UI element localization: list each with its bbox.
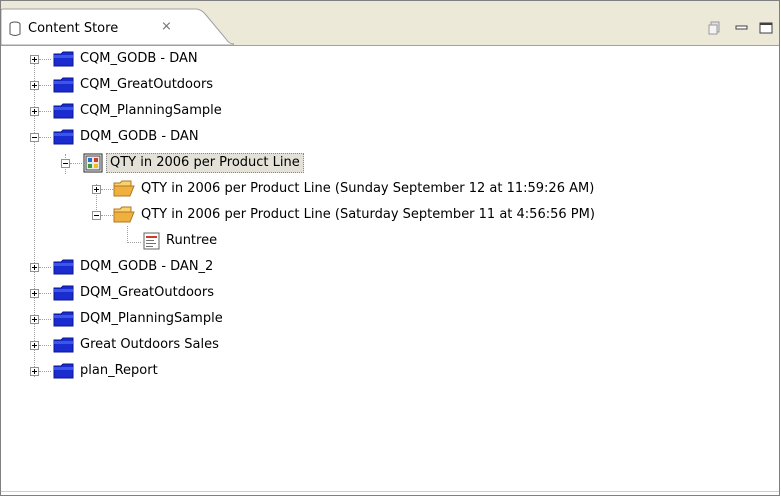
- maximize-icon[interactable]: [759, 22, 773, 34]
- open-folder-icon: [113, 206, 135, 223]
- view-tab-bar: Content Store ⨯: [1, 1, 779, 46]
- tree-item-label: QTY in 2006 per Product Line (Saturday S…: [141, 207, 595, 222]
- tree-item-cqm-greatoutdoors[interactable]: CQM_GreatOutdoors: [1, 74, 779, 96]
- expand-icon[interactable]: [30, 289, 39, 298]
- expand-icon[interactable]: [30, 367, 39, 376]
- collapse-icon[interactable]: [92, 211, 101, 220]
- expand-icon[interactable]: [30, 55, 39, 64]
- tree-line: [39, 345, 51, 346]
- tree-item-dqm-greatoutdoors[interactable]: DQM_GreatOutdoors: [1, 282, 779, 304]
- cylinder-icon: [9, 21, 21, 36]
- tree-item-dqm-planningsample[interactable]: DQM_PlanningSample: [1, 308, 779, 330]
- tree-line: [39, 59, 51, 60]
- tree-line: [39, 85, 51, 86]
- tree-item-dqm-godb-dan[interactable]: DQM_GODB - DAN: [1, 126, 779, 148]
- restore-icon[interactable]: [706, 19, 724, 37]
- open-folder-icon: [113, 180, 135, 197]
- tree-item-run-sunday[interactable]: QTY in 2006 per Product Line (Sunday Sep…: [1, 178, 779, 200]
- expand-icon[interactable]: [30, 81, 39, 90]
- collapse-icon[interactable]: [30, 133, 39, 142]
- tree-line: [39, 111, 51, 112]
- content-store-tab[interactable]: Content Store ⨯: [1, 1, 234, 45]
- tree-item-label: DQM_GreatOutdoors: [80, 285, 214, 300]
- tree-item-label: CQM_GODB - DAN: [80, 51, 198, 66]
- divider: [1, 491, 779, 492]
- tree-item-qty-report[interactable]: QTY in 2006 per Product Line: [1, 152, 779, 174]
- expand-icon[interactable]: [30, 107, 39, 116]
- tree-item-cqm-planningsample[interactable]: CQM_PlanningSample: [1, 100, 779, 122]
- folder-icon: [53, 103, 74, 119]
- expand-icon[interactable]: [30, 341, 39, 350]
- tree-item-dqm-godb-dan-2[interactable]: DQM_GODB - DAN_2: [1, 256, 779, 278]
- tree-item-label: DQM_PlanningSample: [80, 311, 223, 326]
- tree-line: [39, 267, 51, 268]
- folder-icon: [53, 285, 74, 301]
- tree-item-label: DQM_GODB - DAN_2: [80, 259, 214, 274]
- expand-icon[interactable]: [30, 315, 39, 324]
- tree-line: [127, 242, 141, 243]
- tab-title: Content Store: [28, 21, 119, 36]
- collapse-icon[interactable]: [61, 159, 70, 168]
- tree-item-label: QTY in 2006 per Product Line (Sunday Sep…: [141, 181, 595, 196]
- tree-item-run-saturday[interactable]: QTY in 2006 per Product Line (Saturday S…: [1, 204, 779, 226]
- folder-icon: [53, 51, 74, 67]
- folder-icon: [53, 363, 74, 379]
- tree-item-label: plan_Report: [80, 363, 158, 378]
- folder-icon: [53, 77, 74, 93]
- report-icon: [83, 153, 103, 173]
- tree-item-label: QTY in 2006 per Product Line: [106, 153, 304, 173]
- tree-item-label: Runtree: [166, 233, 218, 248]
- folder-icon: [53, 259, 74, 275]
- folder-icon: [53, 337, 74, 353]
- folder-icon: [53, 311, 74, 327]
- content-tree[interactable]: CQM_GODB - DAN CQM_GreatOutdoors CQM_Pla…: [1, 46, 779, 492]
- tree-line: [101, 215, 113, 216]
- tree-line: [70, 163, 82, 164]
- tree-item-runtree[interactable]: Runtree: [1, 230, 779, 252]
- tree-line: [39, 371, 51, 372]
- runtree-icon: [143, 232, 160, 250]
- expand-icon[interactable]: [30, 263, 39, 272]
- tree-line: [39, 319, 51, 320]
- tree-item-label: CQM_GreatOutdoors: [80, 77, 214, 92]
- tree-item-label: CQM_PlanningSample: [80, 103, 222, 118]
- tree-item-cqm-godb-dan[interactable]: CQM_GODB - DAN: [1, 48, 779, 70]
- minimize-icon[interactable]: [735, 23, 749, 33]
- tree-item-label: DQM_GODB - DAN: [80, 129, 199, 144]
- tree-line: [39, 137, 51, 138]
- tree-line: [101, 189, 113, 190]
- expand-icon[interactable]: [92, 185, 101, 194]
- tree-item-label: Great Outdoors Sales: [80, 337, 219, 352]
- folder-icon: [53, 129, 74, 145]
- tree-item-plan-report[interactable]: plan_Report: [1, 360, 779, 382]
- tree-item-great-outdoors-sales[interactable]: Great Outdoors Sales: [1, 334, 779, 356]
- content-store-view: Content Store ⨯ CQM_GODB - DAN CQM_Great…: [0, 0, 780, 496]
- close-icon[interactable]: ⨯: [161, 19, 172, 34]
- tree-line: [39, 293, 51, 294]
